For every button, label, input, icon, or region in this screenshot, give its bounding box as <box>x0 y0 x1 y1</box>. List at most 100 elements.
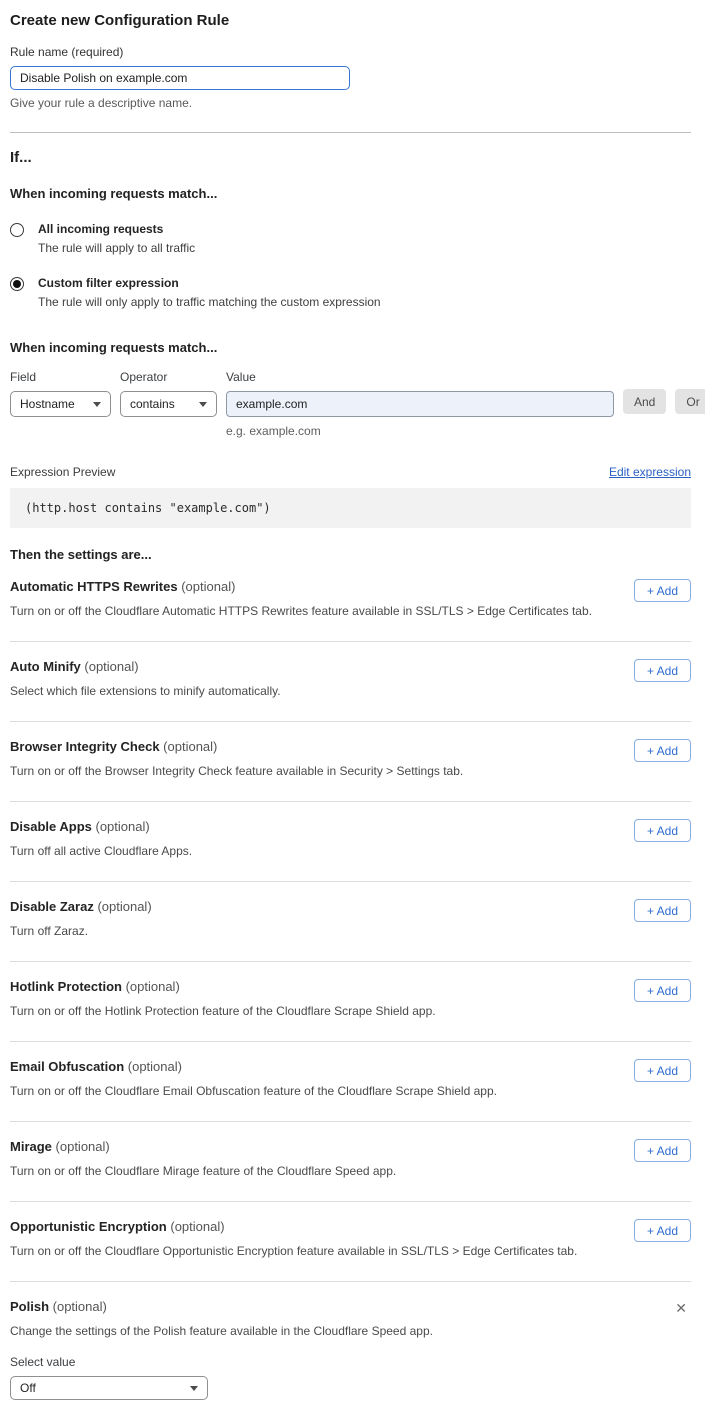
section-divider <box>10 132 691 133</box>
radio-button-selected-icon[interactable] <box>10 277 24 291</box>
logic-buttons: And Or <box>623 389 705 414</box>
chevron-down-icon <box>93 402 101 407</box>
radio-option-label: All incoming requests <box>38 222 195 236</box>
setting-optional-tag: (optional) <box>97 899 151 914</box>
setting-name: Browser Integrity Check <box>10 739 160 754</box>
operator-label: Operator <box>120 370 217 384</box>
operator-select[interactable]: contains <box>120 391 217 417</box>
rule-name-label: Rule name (required) <box>10 45 691 59</box>
field-column: Field Hostname <box>10 370 111 417</box>
setting-description: Turn on or off the Cloudflare Email Obfu… <box>10 1084 497 1098</box>
radio-option-all-incoming-requests[interactable]: All incoming requests The rule will appl… <box>10 222 691 255</box>
polish-select-value: Off <box>20 1381 36 1395</box>
configuration-rule-form: Create new Configuration Rule Rule name … <box>0 0 705 1423</box>
add-button[interactable]: + Add <box>634 1059 691 1082</box>
edit-expression-link[interactable]: Edit expression <box>609 465 691 479</box>
chevron-down-icon <box>199 402 207 407</box>
radio-option-label: Custom filter expression <box>38 276 381 290</box>
setting-name: Automatic HTTPS Rewrites <box>10 579 178 594</box>
setting-row-mirage: Mirage (optional) Turn on or off the Clo… <box>10 1122 691 1202</box>
value-input[interactable] <box>226 391 614 417</box>
setting-description: Change the settings of the Polish featur… <box>10 1324 671 1338</box>
setting-title: Disable Zaraz (optional) <box>10 899 152 914</box>
setting-description: Turn off all active Cloudflare Apps. <box>10 844 192 858</box>
setting-description: Turn on or off the Hotlink Protection fe… <box>10 1004 436 1018</box>
add-button[interactable]: + Add <box>634 659 691 682</box>
rule-name-help: Give your rule a descriptive name. <box>10 96 691 110</box>
setting-optional-tag: (optional) <box>128 1059 182 1074</box>
add-button[interactable]: + Add <box>634 819 691 842</box>
setting-title: Browser Integrity Check (optional) <box>10 739 463 754</box>
setting-description: Turn off Zaraz. <box>10 924 152 938</box>
setting-name: Opportunistic Encryption <box>10 1219 167 1234</box>
value-column: Value e.g. example.com <box>226 370 614 438</box>
setting-title: Disable Apps (optional) <box>10 819 192 834</box>
setting-title: Polish (optional) <box>10 1299 671 1314</box>
if-heading: If... <box>10 149 691 166</box>
page-title: Create new Configuration Rule <box>10 12 691 29</box>
setting-description: Turn on or off the Cloudflare Mirage fea… <box>10 1164 396 1178</box>
setting-name: Disable Zaraz <box>10 899 94 914</box>
setting-row-auto-minify: Auto Minify (optional) Select which file… <box>10 642 691 722</box>
setting-optional-tag: (optional) <box>170 1219 224 1234</box>
setting-description: Turn on or off the Cloudflare Automatic … <box>10 604 592 618</box>
radio-option-description: The rule will only apply to traffic matc… <box>38 295 381 309</box>
value-hint: e.g. example.com <box>226 424 614 438</box>
setting-optional-tag: (optional) <box>181 579 235 594</box>
select-value-label: Select value <box>10 1355 671 1369</box>
field-select[interactable]: Hostname <box>10 391 111 417</box>
setting-description: Turn on or off the Browser Integrity Che… <box>10 764 463 778</box>
setting-description: Select which file extensions to minify a… <box>10 684 281 698</box>
radio-button-unselected-icon[interactable] <box>10 223 24 237</box>
operator-select-value: contains <box>130 397 175 411</box>
setting-optional-tag: (optional) <box>53 1299 107 1314</box>
expression-builder-heading: When incoming requests match... <box>10 340 691 355</box>
polish-select-group: Select value Off <box>10 1355 671 1400</box>
setting-row-disable-zaraz: Disable Zaraz (optional) Turn off Zaraz.… <box>10 882 691 962</box>
setting-row-email-obfuscation: Email Obfuscation (optional) Turn on or … <box>10 1042 691 1122</box>
value-label: Value <box>226 370 614 384</box>
setting-name: Email Obfuscation <box>10 1059 124 1074</box>
add-button[interactable]: + Add <box>634 1219 691 1242</box>
polish-value-select[interactable]: Off <box>10 1376 208 1400</box>
add-button[interactable]: + Add <box>634 979 691 1002</box>
operator-column: Operator contains <box>120 370 217 417</box>
expression-preview-code: (http.host contains "example.com") <box>10 488 691 528</box>
setting-title: Opportunistic Encryption (optional) <box>10 1219 577 1234</box>
setting-name: Polish <box>10 1299 49 1314</box>
add-button[interactable]: + Add <box>634 739 691 762</box>
setting-row-opportunistic-encryption: Opportunistic Encryption (optional) Turn… <box>10 1202 691 1282</box>
setting-title: Mirage (optional) <box>10 1139 396 1154</box>
then-settings-heading: Then the settings are... <box>10 547 691 562</box>
field-label: Field <box>10 370 111 384</box>
setting-row-polish: Polish (optional) Change the settings of… <box>10 1282 691 1423</box>
add-button[interactable]: + Add <box>634 899 691 922</box>
setting-optional-tag: (optional) <box>84 659 138 674</box>
add-button[interactable]: + Add <box>634 1139 691 1162</box>
setting-row-browser-integrity-check: Browser Integrity Check (optional) Turn … <box>10 722 691 802</box>
setting-optional-tag: (optional) <box>163 739 217 754</box>
setting-title: Automatic HTTPS Rewrites (optional) <box>10 579 592 594</box>
and-button[interactable]: And <box>623 389 666 414</box>
setting-description: Turn on or off the Cloudflare Opportunis… <box>10 1244 577 1258</box>
setting-title: Auto Minify (optional) <box>10 659 281 674</box>
expression-preview-label: Expression Preview <box>10 465 115 479</box>
setting-title: Email Obfuscation (optional) <box>10 1059 497 1074</box>
add-button[interactable]: + Add <box>634 579 691 602</box>
setting-name: Mirage <box>10 1139 52 1154</box>
close-icon[interactable]: ✕ <box>671 1299 691 1317</box>
setting-row-automatic-https-rewrites: Automatic HTTPS Rewrites (optional) Turn… <box>10 562 691 642</box>
radio-option-custom-filter-expression[interactable]: Custom filter expression The rule will o… <box>10 276 691 309</box>
or-button[interactable]: Or <box>675 389 705 414</box>
setting-optional-tag: (optional) <box>56 1139 110 1154</box>
setting-row-hotlink-protection: Hotlink Protection (optional) Turn on or… <box>10 962 691 1042</box>
setting-name: Disable Apps <box>10 819 92 834</box>
expression-preview-row: Expression Preview Edit expression <box>10 465 691 479</box>
setting-optional-tag: (optional) <box>96 819 150 834</box>
radio-option-description: The rule will apply to all traffic <box>38 241 195 255</box>
expression-builder-row: Field Hostname Operator contains Value e… <box>10 370 691 438</box>
rule-name-input[interactable] <box>10 66 350 90</box>
setting-name: Hotlink Protection <box>10 979 122 994</box>
setting-optional-tag: (optional) <box>126 979 180 994</box>
setting-row-disable-apps: Disable Apps (optional) Turn off all act… <box>10 802 691 882</box>
